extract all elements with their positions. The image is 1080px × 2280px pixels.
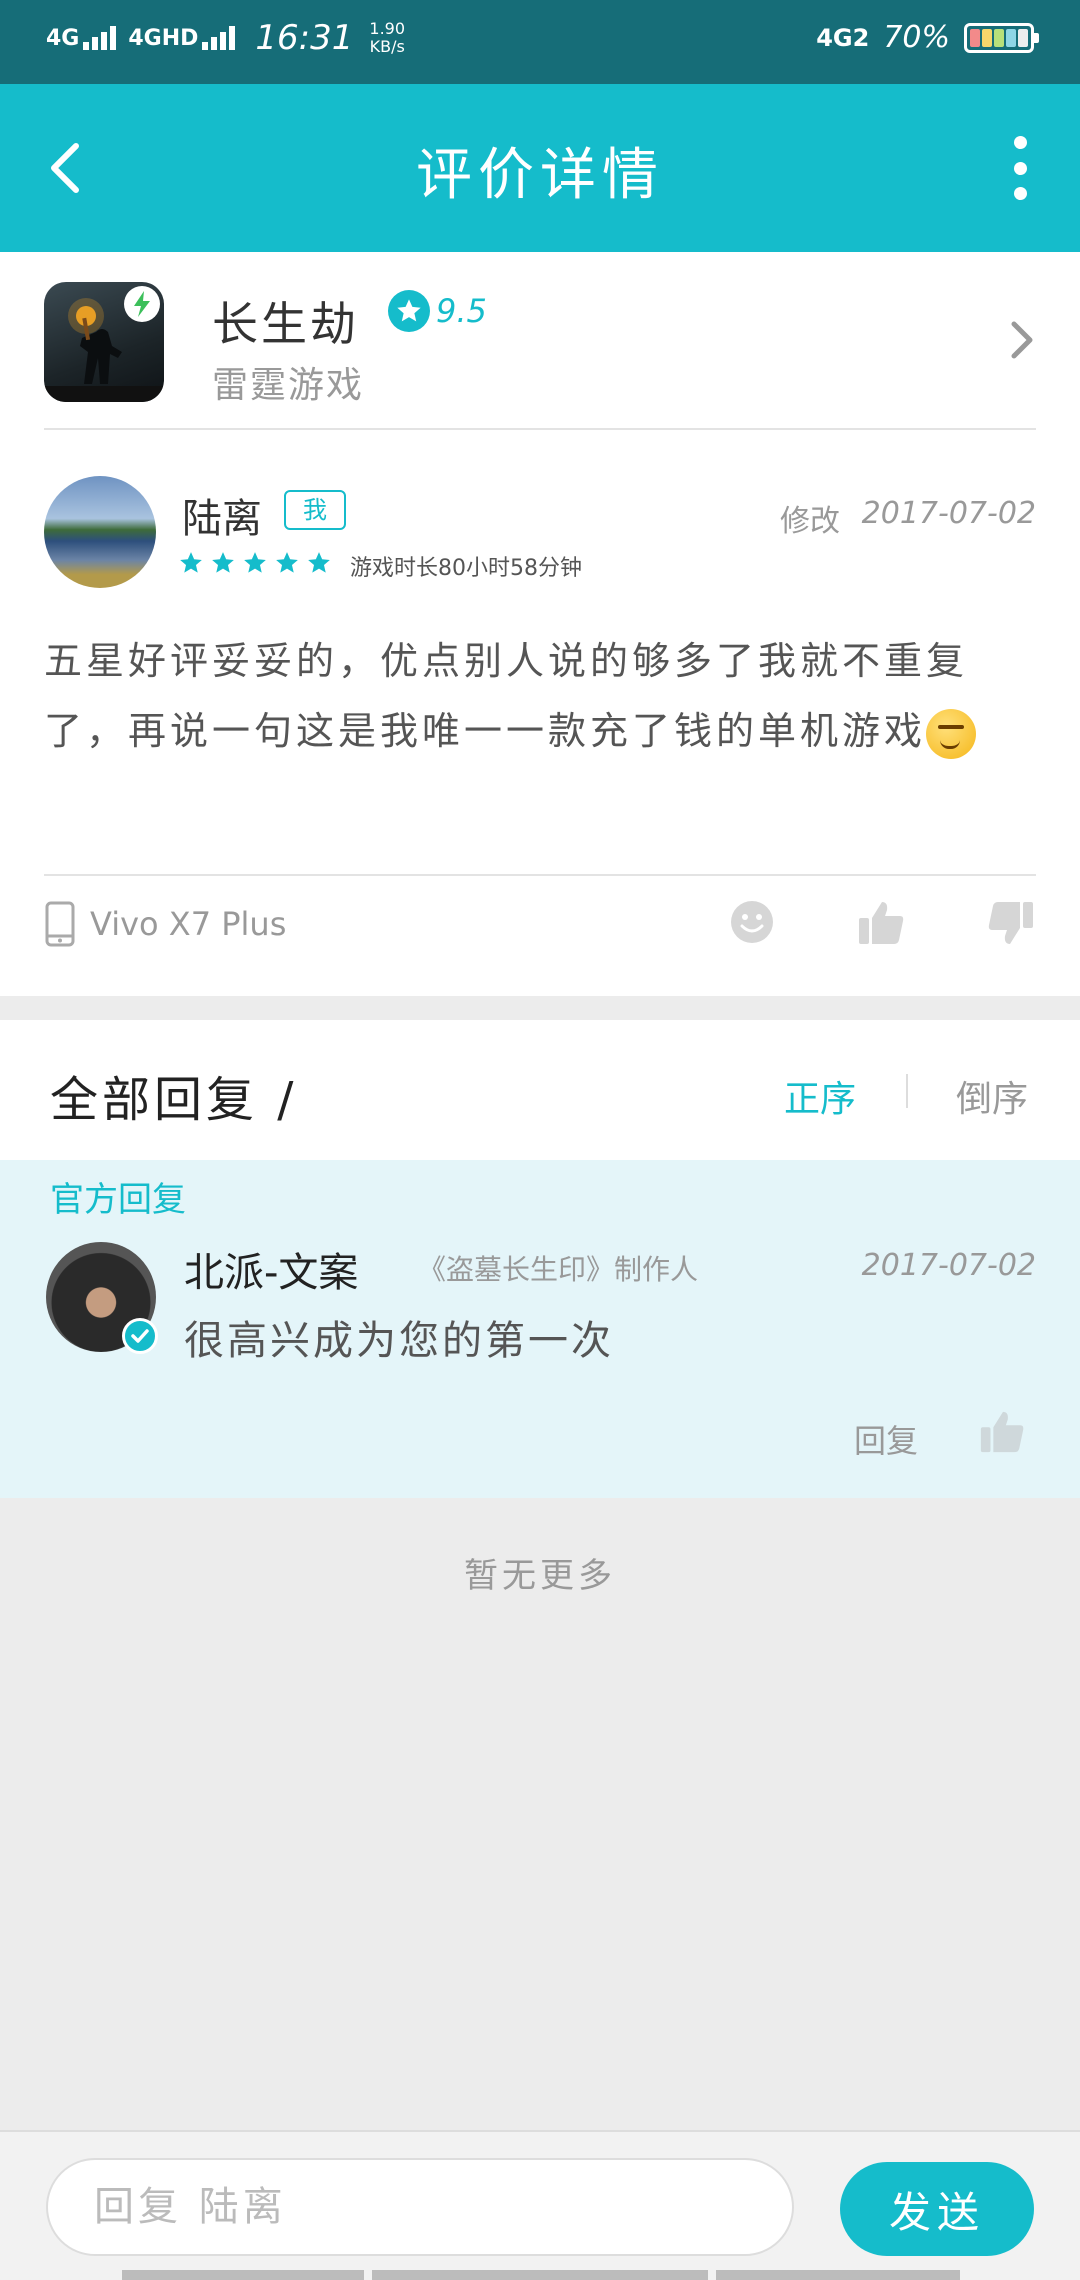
chevron-right-icon	[1006, 318, 1036, 362]
app-name: 长生劫	[212, 297, 359, 351]
replies-title: 全部回复 /	[50, 1072, 298, 1128]
star-icon	[276, 552, 298, 573]
app-score: 9.5	[388, 290, 487, 332]
rating-stars	[178, 550, 332, 576]
smirk-emoji-icon	[926, 708, 977, 759]
signal-1-label: 4G	[46, 26, 80, 51]
reply-input[interactable]	[46, 2158, 794, 2256]
nav-hint-bar	[716, 2270, 960, 2280]
sort-divider	[906, 1074, 908, 1108]
reply-like-button[interactable]	[978, 1408, 1026, 1456]
thumbs-up-icon[interactable]	[856, 898, 906, 948]
app-score-value: 9.5	[436, 292, 487, 330]
star-icon	[180, 552, 202, 573]
replier-name[interactable]: 北派-文案	[184, 1240, 358, 1298]
battery-icon	[964, 22, 1039, 53]
review-text: 五星好评妥妥的，优点别人说的够多了我就不重复了，再说一句这是我唯一一款充了钱的单…	[44, 626, 1004, 766]
reviewer-avatar[interactable]	[44, 476, 156, 588]
status-bar: 4G 4GHD 16:31 1.90 KB/s 4G2 70%	[0, 0, 1080, 84]
network-speed: 1.90 KB/s	[369, 20, 405, 56]
replies-header: 全部回复 / 正序 倒序	[0, 1020, 1080, 1160]
signal-2-label: 4GHD	[128, 26, 199, 51]
lightning-badge-icon	[124, 286, 160, 322]
send-button[interactable]: 发送	[840, 2162, 1034, 2256]
more-dot-icon	[1013, 136, 1027, 149]
network-speed-unit: KB/s	[369, 37, 405, 56]
review-date: 2017-07-02	[861, 496, 1036, 531]
signal-1: 4G	[46, 26, 117, 51]
thumbs-down-icon[interactable]	[986, 898, 1036, 948]
edit-button[interactable]: 修改	[780, 496, 840, 540]
sort-ascending-button[interactable]: 正序	[784, 1070, 856, 1122]
me-tag: 我	[284, 490, 346, 530]
reply-composer: 发送	[0, 2130, 1080, 2280]
emoji-reaction-icon[interactable]	[728, 898, 776, 946]
nav-hint-bar	[372, 2270, 708, 2280]
device-name: Vivo X7 Plus	[90, 905, 287, 943]
playtime: 游戏时长80小时58分钟	[350, 556, 582, 581]
more-dot-icon	[1013, 161, 1027, 175]
review-body: 五星好评妥妥的，优点别人说的够多了我就不重复了，再说一句这是我唯一一款充了钱的单…	[44, 639, 969, 753]
reviewer-name[interactable]: 陆离	[182, 486, 262, 544]
reply-text: 很高兴成为您的第一次	[184, 1318, 614, 1364]
more-menu-button[interactable]	[1000, 136, 1040, 200]
phone-icon	[45, 901, 75, 947]
official-reply-label: 官方回复	[50, 1180, 186, 1220]
review-actions	[728, 898, 1036, 948]
sort-descending-button[interactable]: 倒序	[956, 1070, 1028, 1122]
star-badge-icon	[388, 290, 430, 332]
signal-bars-icon	[83, 26, 117, 50]
reply-date: 2017-07-02	[861, 1248, 1036, 1283]
network-speed-value: 1.90	[369, 19, 406, 38]
page-title: 评价详情	[416, 143, 664, 208]
star-icon	[244, 552, 266, 573]
nav-hint-bar	[122, 2270, 364, 2280]
verified-check-icon	[122, 1318, 158, 1354]
signal-bars-icon	[202, 26, 236, 50]
clock: 16:31	[255, 18, 354, 58]
thumbs-up-icon	[980, 1411, 1024, 1453]
official-reply: 官方回复 北派-文案 《盗墓长生印》制作人 2017-07-02 很高兴成为您的…	[0, 1160, 1080, 1498]
device-info: Vivo X7 Plus	[44, 900, 286, 948]
app-icon	[44, 282, 164, 402]
star-icon	[212, 552, 234, 573]
more-dot-icon	[1013, 187, 1027, 200]
signal-2: 4GHD	[128, 26, 236, 51]
no-more-label: 暂无更多	[464, 1556, 616, 1596]
review-card: 陆离 我 游戏时长80小时58分钟 修改 2017-07-02 五星好评妥妥的，…	[0, 430, 1080, 996]
battery-percent: 70%	[883, 20, 950, 55]
replier-role: 《盗墓长生印》制作人	[418, 1253, 699, 1286]
app-header: 评价详情	[0, 84, 1080, 252]
reply-button[interactable]: 回复	[854, 1416, 918, 1462]
app-card[interactable]: 长生劫 9.5 雷霆游戏	[0, 252, 1080, 430]
network-type: 4G2	[816, 23, 870, 52]
star-icon	[308, 552, 330, 573]
app-developer: 雷霆游戏	[212, 365, 365, 406]
divider	[44, 874, 1036, 876]
